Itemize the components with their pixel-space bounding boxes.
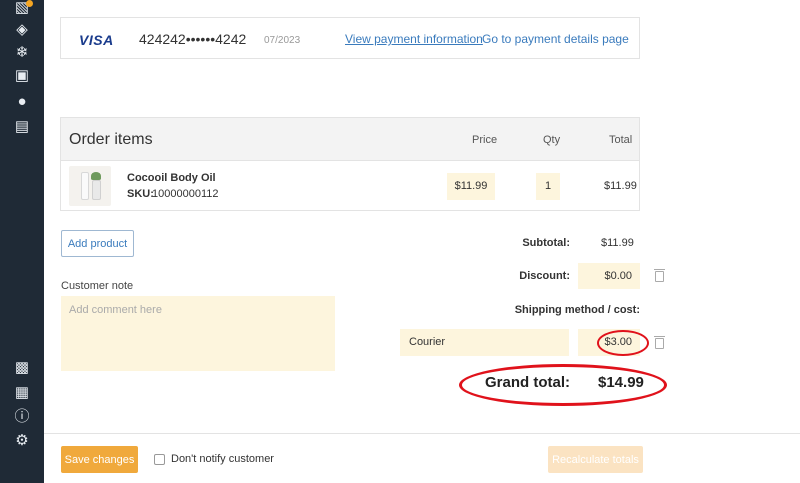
trash-icon[interactable] bbox=[654, 336, 665, 349]
notify-label[interactable]: Don't notify customer bbox=[171, 453, 274, 465]
highlight-ellipse bbox=[459, 364, 667, 406]
tags-icon[interactable]: ◈ bbox=[12, 20, 32, 40]
shipping-method-input[interactable]: Courier bbox=[400, 329, 569, 356]
plant-shape bbox=[91, 172, 101, 180]
card-number: 424242••••••4242 bbox=[139, 31, 247, 47]
product-name[interactable]: Cocooil Body Oil bbox=[127, 172, 216, 184]
add-product-button[interactable]: Add product bbox=[61, 230, 134, 257]
order-items-card: Order items Price Qty Total Cocooil Body… bbox=[60, 117, 640, 211]
item-price-input[interactable]: $11.99 bbox=[447, 173, 495, 200]
total-column-header: Total bbox=[609, 134, 633, 146]
newspaper-icon[interactable]: ▤ bbox=[12, 117, 32, 137]
visa-logo: VISA bbox=[79, 32, 114, 48]
users-icon[interactable]: ● bbox=[12, 92, 32, 112]
notify-checkbox[interactable] bbox=[154, 454, 165, 465]
price-column-header: Price bbox=[472, 134, 498, 146]
bottle-shape bbox=[92, 180, 101, 200]
order-items-title: Order items bbox=[69, 131, 153, 148]
qty-column-header: Qty bbox=[543, 134, 561, 146]
product-thumbnail bbox=[69, 166, 111, 206]
subtotal-value: $11.99 bbox=[601, 237, 634, 249]
recalculate-totals-button[interactable]: Recalculate totals bbox=[548, 446, 643, 473]
subtotal-label: Subtotal: bbox=[522, 237, 570, 249]
footer-bar: Save changes Don't notify customer Recal… bbox=[44, 433, 800, 483]
gear-icon[interactable]: ⚙ bbox=[12, 431, 32, 451]
view-payment-link[interactable]: View payment information bbox=[345, 32, 483, 46]
customer-note-label: Customer note bbox=[61, 280, 134, 292]
snowflake-icon[interactable]: ❄ bbox=[12, 43, 32, 63]
highlight-circle bbox=[597, 330, 649, 356]
sku-label: SKU: bbox=[127, 188, 154, 200]
item-qty-input[interactable]: 1 bbox=[536, 173, 560, 200]
notification-badge bbox=[26, 0, 33, 7]
payment-card: VISA 424242••••••4242 07/2023 View payme… bbox=[60, 17, 640, 59]
sku-value: 10000000112 bbox=[152, 188, 219, 200]
bottle-shape bbox=[81, 172, 89, 200]
info-icon[interactable]: ⓘ bbox=[12, 407, 32, 427]
shipping-label: Shipping method / cost: bbox=[514, 304, 640, 316]
item-total: $11.99 bbox=[604, 180, 637, 192]
puzzle-icon[interactable]: ▩ bbox=[12, 358, 32, 378]
gift-icon[interactable]: ▣ bbox=[12, 66, 32, 86]
card-expiry: 07/2023 bbox=[264, 35, 301, 46]
order-items-header: Order items Price Qty Total bbox=[61, 118, 639, 161]
discount-input[interactable]: $0.00 bbox=[578, 263, 640, 289]
image-icon[interactable]: ▦ bbox=[12, 383, 32, 403]
customer-note-input[interactable] bbox=[61, 296, 335, 371]
trash-icon[interactable] bbox=[654, 269, 665, 282]
discount-label: Discount: bbox=[519, 270, 570, 282]
save-changes-button[interactable]: Save changes bbox=[61, 446, 138, 473]
payment-details-link[interactable]: Go to payment details page bbox=[482, 32, 629, 46]
sidebar: ▧ ◈ ❄ ▣ ● ▤ ▩ ▦ ⓘ ⚙ bbox=[0, 0, 44, 483]
